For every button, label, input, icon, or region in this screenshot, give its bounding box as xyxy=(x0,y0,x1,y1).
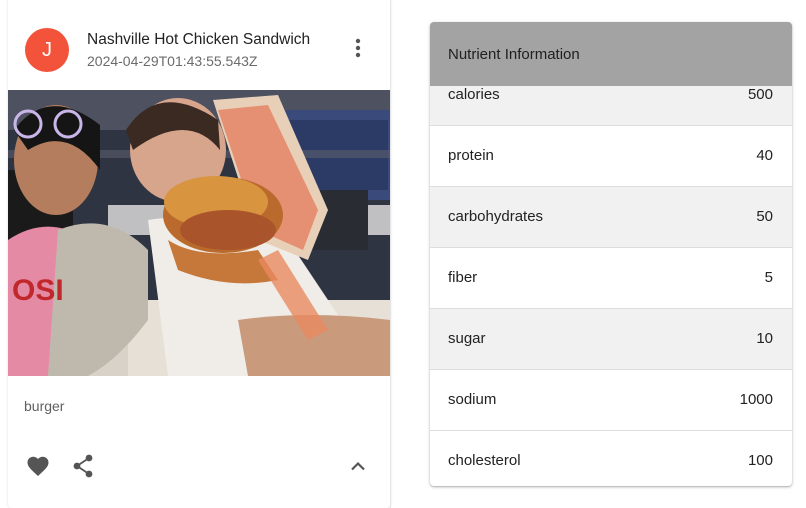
nutrient-row-sodium: sodium 1000 xyxy=(430,370,792,431)
nutrient-name: protein xyxy=(448,147,494,164)
card-actions xyxy=(8,448,390,484)
nutrient-row-calories: calories 500 xyxy=(430,86,792,126)
nutrient-name: sodium xyxy=(448,391,497,408)
nutrient-row-cholesterol: cholesterol 100 xyxy=(430,431,792,486)
nutrient-name: fiber xyxy=(448,269,478,286)
favorite-button[interactable] xyxy=(24,452,52,480)
post-card: J Nashville Hot Chicken Sandwich 2024-04… xyxy=(8,0,390,508)
share-icon xyxy=(73,454,93,478)
nutrient-value: 100 xyxy=(747,452,773,469)
svg-text:OSI: OSI xyxy=(12,274,64,307)
panel-divider xyxy=(390,0,391,508)
nutrient-table: Nutrient Information calories 500 protei… xyxy=(430,22,792,486)
post-title: Nashville Hot Chicken Sandwich xyxy=(87,31,311,48)
nutrient-row-fiber: fiber 5 xyxy=(430,248,792,309)
nutrient-row-carbohydrates: carbohydrates 50 xyxy=(430,187,792,248)
card-header: J Nashville Hot Chicken Sandwich 2024-04… xyxy=(8,16,390,80)
nutrient-value: 500 xyxy=(747,86,773,103)
expand-button[interactable] xyxy=(344,452,372,480)
post-timestamp: 2024-04-29T01:43:55.543Z xyxy=(87,53,258,69)
nutrient-rows[interactable]: calories 500 protein 40 carbohydrates 50… xyxy=(430,86,792,486)
chevron-up-icon xyxy=(351,461,365,471)
share-button[interactable] xyxy=(69,452,97,480)
post-photo: OSI xyxy=(8,90,390,376)
nutrient-name: calories xyxy=(448,86,500,103)
avatar: J xyxy=(25,28,69,72)
nutrient-row-sugar: sugar 10 xyxy=(430,309,792,370)
nutrient-name: cholesterol xyxy=(448,452,521,469)
nutrient-value: 50 xyxy=(756,208,773,225)
nutrient-value: 10 xyxy=(756,330,773,347)
nutrient-name: sugar xyxy=(448,330,486,347)
nutrient-value: 5 xyxy=(764,269,773,286)
post-caption: burger xyxy=(24,398,65,414)
nutrient-name: carbohydrates xyxy=(448,208,544,225)
more-vert-icon xyxy=(355,38,361,58)
nutrient-value: 40 xyxy=(756,147,773,164)
nutrient-value: 1000 xyxy=(739,391,773,408)
more-options-button[interactable] xyxy=(344,34,372,62)
nutrient-table-header: Nutrient Information xyxy=(430,22,792,86)
nutrient-row-protein: protein 40 xyxy=(430,126,792,187)
nutrient-table-title: Nutrient Information xyxy=(448,46,580,63)
heart-icon xyxy=(27,456,49,476)
